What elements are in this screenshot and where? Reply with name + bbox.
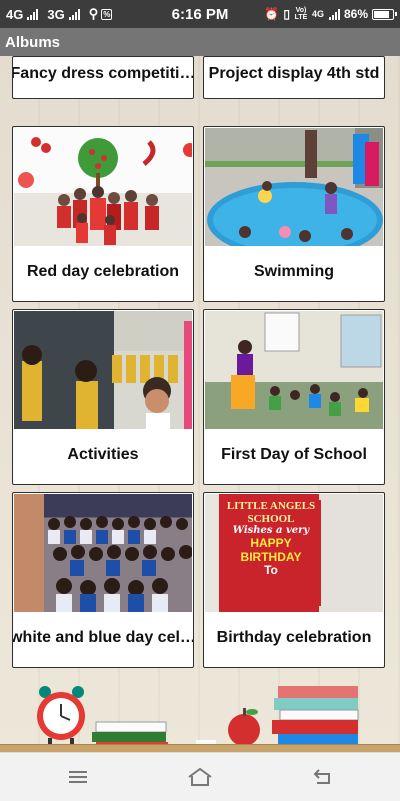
alarm-icon: ⏰: [264, 7, 280, 21]
album-cover-photo: [205, 128, 383, 246]
album-card[interactable]: First Day of School: [203, 309, 385, 485]
status-bar: 4G 3G ⚲ % 6:16 PM ⏰ ▯ Vo) LTE 4G 86%: [0, 0, 400, 28]
album-title: Swimming: [253, 263, 334, 280]
album-title: Project display 4th std: [208, 65, 380, 82]
albums-grid[interactable]: Fancy dress competiti… Project display 4…: [0, 56, 400, 750]
album-card[interactable]: Fancy dress competiti…: [12, 56, 194, 99]
notification-icon: %: [101, 8, 113, 20]
album-card[interactable]: Activities: [12, 309, 194, 485]
album-cover-photo: [205, 311, 383, 429]
app-bar: Albums: [0, 28, 400, 56]
battery-percent: 86%: [343, 7, 368, 21]
album-card[interactable]: Project display 4th std: [203, 56, 385, 99]
usb-icon: ⚲: [88, 6, 99, 21]
signal-icon: [328, 8, 340, 20]
network-4g-label: 4G: [6, 6, 24, 22]
album-cover-photo: [14, 311, 192, 429]
album-cover-photo: [14, 128, 192, 246]
clock: 6:16 PM: [171, 5, 229, 23]
album-title: white and blue day cel…: [13, 629, 193, 646]
album-card[interactable]: Red day celebration: [12, 126, 194, 302]
signal-icon: [68, 8, 80, 20]
navigation-bar: [0, 752, 400, 801]
network-4g-label-2: 4G: [311, 9, 324, 19]
birthday-banner: LITTLE ANGELS SCHOOL Wishes a very HAPPY…: [221, 500, 321, 606]
vibrate-icon: ▯: [283, 7, 290, 21]
album-title: First Day of School: [221, 446, 367, 463]
decorative-shelf-illustration: [37, 686, 359, 748]
menu-icon[interactable]: [58, 765, 98, 789]
album-cover-photo: LITTLE ANGELS SCHOOL Wishes a very HAPPY…: [205, 494, 383, 612]
page-title: Albums: [5, 33, 61, 51]
home-icon[interactable]: [180, 765, 220, 789]
back-icon[interactable]: [302, 765, 342, 789]
album-title: Red day celebration: [26, 263, 180, 280]
album-card[interactable]: white and blue day cel…: [12, 492, 194, 668]
album-card[interactable]: Swimming: [203, 126, 385, 302]
album-cover-photo: [14, 494, 192, 612]
signal-icon: [27, 8, 39, 20]
network-3g-label: 3G: [47, 6, 65, 22]
album-title: Fancy dress competiti…: [13, 65, 193, 82]
album-title: Activities: [67, 446, 139, 463]
album-card[interactable]: LITTLE ANGELS SCHOOL Wishes a very HAPPY…: [203, 492, 385, 668]
battery-icon: [372, 8, 397, 20]
album-title: Birthday celebration: [216, 629, 372, 646]
volte-label: Vo) LTE: [294, 7, 308, 21]
